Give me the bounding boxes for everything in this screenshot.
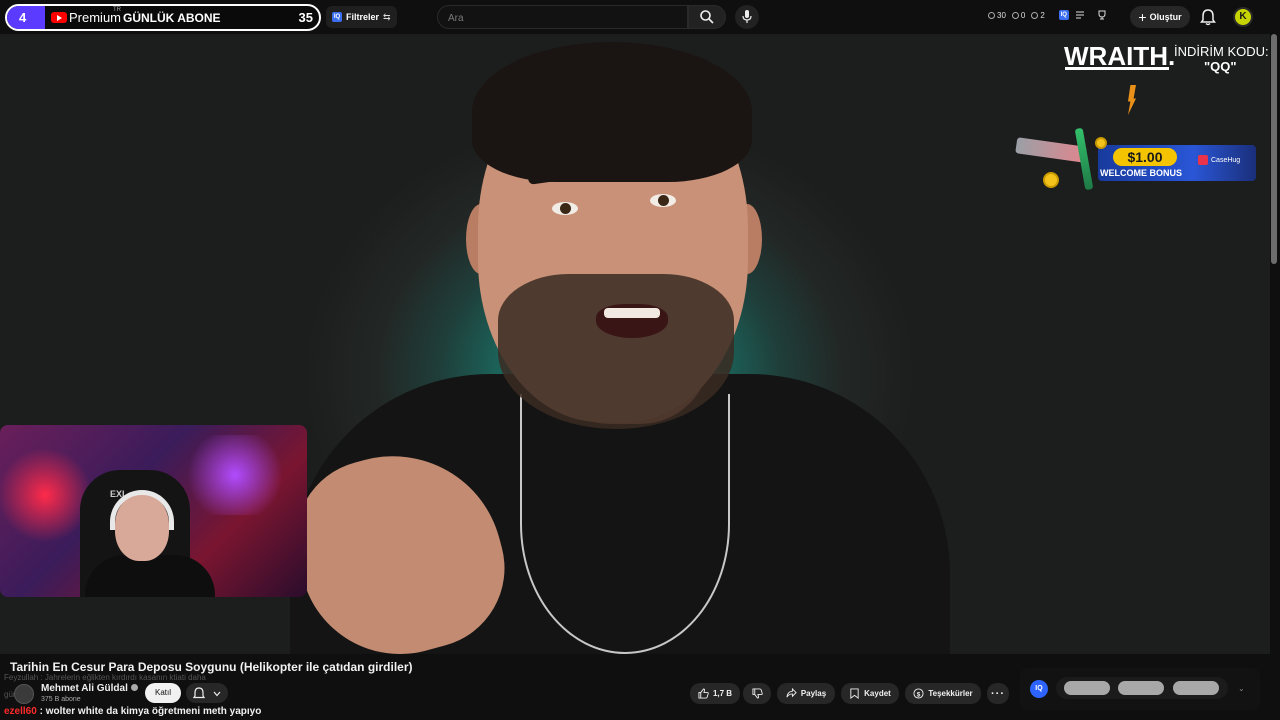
counter-left-number: 4	[19, 10, 27, 25]
dislike-button[interactable]	[743, 683, 771, 704]
webcam-light-purple	[180, 435, 290, 515]
extension-chip-1[interactable]	[1064, 681, 1110, 695]
streamer-body	[85, 555, 215, 597]
chat-message: ezell60 : wolter white da kimya öğretmen…	[4, 706, 261, 717]
svg-text:$: $	[917, 691, 921, 698]
counter-right-number: 35	[298, 10, 313, 25]
super-thanks-icon: $	[913, 688, 924, 699]
subscriber-count: 375 B abone	[41, 696, 81, 703]
extension-chip-3[interactable]	[1173, 681, 1219, 695]
more-icon: ···	[991, 687, 1005, 700]
share-icon	[786, 688, 797, 698]
coin-icon	[1043, 172, 1059, 188]
join-button[interactable]: Katıl	[145, 683, 181, 703]
notifications-bell-icon[interactable]	[1200, 8, 1216, 26]
like-button[interactable]: 1,7 B	[690, 683, 740, 704]
list-icon[interactable]	[1075, 10, 1085, 20]
clock-icon	[988, 11, 995, 19]
create-button[interactable]: + Oluştur	[1130, 6, 1190, 28]
bonus-label: WELCOME BONUS	[1100, 168, 1182, 178]
microphone-icon	[742, 10, 752, 23]
bookmark-icon	[850, 688, 859, 699]
casehug-text: CaseHug	[1211, 156, 1241, 164]
thanks-label: Teşekkürler	[928, 689, 973, 698]
casehug-box-icon	[1198, 155, 1208, 165]
save-label: Kaydet	[864, 689, 891, 698]
thumbs-down-icon	[751, 688, 763, 699]
stat-other: 2	[1031, 10, 1045, 20]
webcam-light-red	[0, 445, 90, 545]
stat-views-value: 30	[997, 10, 1006, 20]
streamer-webcam: EXI	[0, 425, 307, 597]
lightning-icon	[1128, 85, 1136, 115]
stat-other-value: 2	[1040, 10, 1045, 20]
counter-left-block: 4	[7, 6, 45, 29]
stat-views: 30	[988, 11, 1006, 20]
channel-name-text: Mehmet Ali Güldal	[41, 683, 128, 694]
plus-icon: +	[1138, 9, 1147, 25]
extension-stats: 30 0 2 IQ	[988, 10, 1107, 20]
channel-avatar[interactable]	[14, 684, 34, 704]
search-input[interactable]	[448, 11, 678, 25]
search-icon	[700, 10, 714, 24]
bonus-amount: $1.00	[1113, 148, 1177, 166]
filters-button[interactable]: IQ Filtreler ⇆	[326, 6, 397, 28]
more-actions-button[interactable]: ···	[987, 683, 1009, 704]
coin-icon	[1095, 137, 1107, 149]
thanks-button[interactable]: $ Teşekkürler	[905, 683, 981, 704]
casehug-logo: CaseHug	[1198, 155, 1240, 165]
share-label: Paylaş	[800, 689, 827, 698]
chat-text: : wolter white da kimya öğretmeni meth y…	[36, 706, 262, 717]
circle-icon	[1031, 11, 1039, 19]
video-title: Tarihin En Cesur Para Deposu Soygunu (He…	[10, 660, 413, 674]
subscriber-counter-widget: 4 Premium TR GÜNLÜK ABONE 35	[5, 4, 321, 31]
stat-watching-value: 0	[1020, 10, 1026, 20]
top-bar: 4 Premium TR GÜNLÜK ABONE 35 IQ Filtrele…	[0, 0, 1280, 34]
discount-code: "QQ"	[1204, 59, 1237, 74]
counter-title: GÜNLÜK ABONE	[123, 11, 221, 25]
subscription-bell-button[interactable]	[186, 683, 228, 703]
verified-icon	[130, 684, 138, 691]
chevron-down-icon[interactable]: ⌄	[1238, 684, 1245, 693]
trophy-icon[interactable]	[1097, 10, 1107, 20]
wraith-underline	[1065, 67, 1169, 70]
extension-chip-2[interactable]	[1118, 681, 1164, 695]
iq-extension-icon[interactable]: IQ	[1058, 10, 1069, 20]
stat-watching: 0	[1011, 10, 1026, 20]
filters-label: Filtreler	[346, 12, 380, 22]
like-count: 1,7 B	[712, 689, 733, 698]
chevron-down-icon	[213, 691, 221, 697]
search-box	[437, 5, 688, 29]
user-avatar[interactable]: K	[1233, 7, 1253, 27]
page-scrollbar[interactable]	[1271, 34, 1277, 264]
filters-toggle-icon: ⇆	[383, 11, 391, 22]
bell-icon	[193, 687, 205, 699]
ghost-chat-line: Feyzullah : Jahrelerin eğlikten kırdırdı…	[4, 673, 206, 682]
youtube-logo-icon	[51, 12, 67, 23]
create-label: Oluştur	[1149, 12, 1182, 22]
iq-extension-button[interactable]: IQ	[1030, 680, 1048, 698]
save-button[interactable]: Kaydet	[841, 683, 899, 704]
search-button[interactable]	[688, 5, 726, 29]
chat-username: ezell60	[4, 706, 37, 717]
share-button[interactable]: Paylaş	[777, 683, 835, 704]
channel-name[interactable]: Mehmet Ali Güldal	[41, 683, 138, 694]
iq-badge-icon: IQ	[332, 12, 342, 22]
discount-label: İNDİRİM KODU:	[1174, 44, 1269, 59]
country-label: TR	[113, 7, 121, 13]
eye-icon	[1011, 11, 1019, 19]
thumbs-up-icon	[698, 688, 709, 699]
voice-search-button[interactable]	[735, 5, 759, 29]
